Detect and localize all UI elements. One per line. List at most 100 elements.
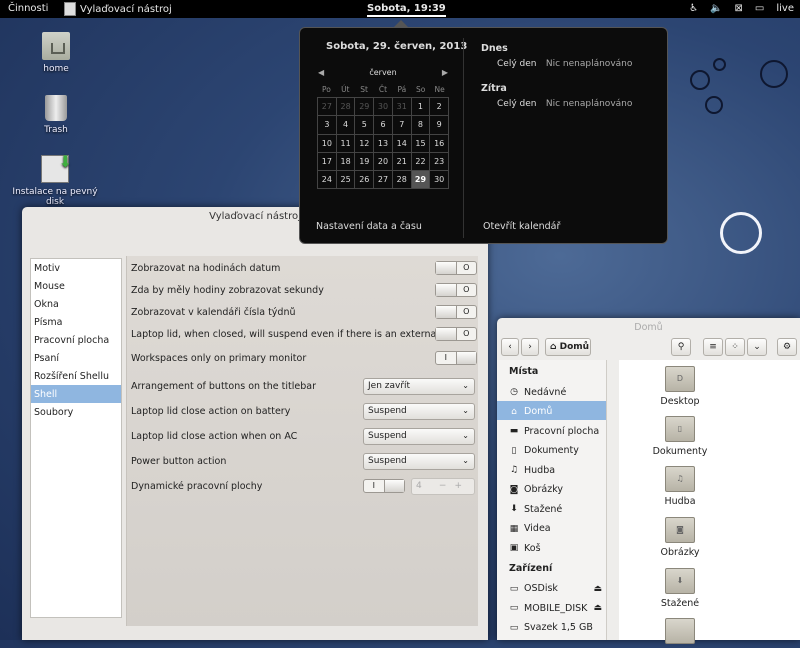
prev-month-button[interactable]: ◀: [318, 68, 324, 77]
calendar-day[interactable]: 15: [411, 134, 431, 153]
user-menu[interactable]: live: [776, 3, 794, 14]
desktop-icon-install[interactable]: Instalace na pevný disk: [10, 152, 100, 207]
calendar-day[interactable]: 7: [392, 116, 412, 135]
lid-battery-combo[interactable]: Suspend ⌄: [363, 402, 475, 420]
calendar-day[interactable]: 2: [430, 98, 450, 117]
calendar-day[interactable]: 26: [355, 171, 375, 190]
calendar-day[interactable]: 28: [392, 171, 412, 190]
clock-button[interactable]: Sobota, 19:39: [367, 3, 446, 17]
category-psani[interactable]: Psaní: [31, 349, 121, 367]
eject-icon[interactable]: ⏏: [593, 584, 602, 594]
home-folder-icon: [42, 32, 70, 60]
category-pisma[interactable]: Písma: [31, 313, 121, 331]
calendar-day[interactable]: 8: [411, 116, 431, 135]
activities-button[interactable]: Činnosti: [8, 3, 48, 14]
calendar-day[interactable]: 11: [336, 134, 356, 153]
device-volume[interactable]: ▭ Svazek 1,5 GB: [497, 617, 606, 637]
forward-button[interactable]: ›: [521, 338, 539, 356]
grid-view-button[interactable]: ⁘: [725, 338, 745, 356]
device-mobile-disk[interactable]: ▭ MOBILE_DISK ⏏: [497, 597, 606, 617]
search-button[interactable]: ⚲: [671, 338, 691, 356]
location-button[interactable]: ⌂ Domů: [545, 338, 591, 356]
place-trash[interactable]: ▣ Koš: [497, 537, 606, 557]
category-rozsireni-shellu[interactable]: Rozšíření Shellu: [31, 367, 121, 385]
open-calendar-link[interactable]: Otevřít kalendář: [483, 221, 560, 232]
toggle-switch[interactable]: O: [435, 327, 477, 341]
calendar-day[interactable]: 16: [430, 134, 450, 153]
workspaces-spinbutton[interactable]: 4 −+: [411, 477, 475, 495]
calendar-day[interactable]: 28: [336, 98, 356, 117]
category-motiv[interactable]: Motiv: [31, 259, 121, 277]
calendar-day[interactable]: 17: [318, 152, 337, 172]
next-month-button[interactable]: ▶: [442, 68, 448, 77]
calendar-day[interactable]: 1: [411, 98, 431, 117]
toggle-switch[interactable]: I: [363, 479, 405, 493]
folder-item[interactable]: D Desktop: [635, 366, 725, 407]
battery-icon[interactable]: ▭: [755, 3, 764, 14]
category-mouse[interactable]: Mouse: [31, 277, 121, 295]
calendar-day[interactable]: 12: [355, 134, 375, 153]
network-icon[interactable]: ⊠: [735, 3, 743, 14]
calendar-day[interactable]: 3: [318, 116, 337, 135]
calendar-day[interactable]: 20: [374, 152, 393, 172]
settings-button[interactable]: ⚙: [777, 338, 797, 356]
place-home[interactable]: ⌂ Domů: [497, 400, 606, 420]
titlebar-buttons-combo[interactable]: Jen zavřít ⌄: [363, 377, 475, 395]
calendar-day[interactable]: 5: [355, 116, 375, 135]
volume-icon[interactable]: 🔈: [710, 3, 722, 14]
toggle-switch[interactable]: I: [435, 351, 477, 365]
place-music[interactable]: ♫ Hudba: [497, 459, 606, 479]
place-videos[interactable]: ▦ Videa: [497, 518, 606, 538]
device-osdisk[interactable]: ▭ OSDisk ⏏: [497, 578, 606, 598]
calendar-day[interactable]: 4: [336, 116, 356, 135]
desktop-icon-home[interactable]: home: [16, 32, 96, 74]
calendar-day[interactable]: 27: [318, 98, 337, 117]
calendar-day[interactable]: 14: [392, 134, 412, 153]
folder-item[interactable]: ◙ Obrázky: [635, 517, 725, 558]
category-shell[interactable]: Shell: [31, 385, 121, 403]
calendar-day[interactable]: 23: [430, 152, 450, 172]
lid-ac-combo[interactable]: Suspend ⌄: [363, 427, 475, 445]
place-pictures[interactable]: ◙ Obrázky: [497, 479, 606, 499]
calendar-day[interactable]: 22: [411, 152, 431, 172]
calendar-day[interactable]: 31: [392, 98, 412, 117]
accessibility-icon[interactable]: ♿: [689, 3, 698, 14]
folder-item[interactable]: ⬇ Stažené: [635, 568, 725, 609]
category-okna[interactable]: Okna: [31, 295, 121, 313]
folder-item[interactable]: ♫ Hudba: [635, 466, 725, 507]
calendar-day[interactable]: 19: [355, 152, 375, 172]
place-desktop[interactable]: ▬ Pracovní plocha: [497, 420, 606, 440]
calendar-day[interactable]: 30: [430, 171, 450, 190]
calendar-day[interactable]: 13: [374, 134, 393, 153]
place-documents[interactable]: ▯ Dokumenty: [497, 440, 606, 460]
calendar-day[interactable]: 30: [374, 98, 393, 117]
spin-buttons[interactable]: −+: [439, 481, 470, 491]
desktop-icon-trash[interactable]: Trash: [16, 95, 96, 135]
category-pracovni-plocha[interactable]: Pracovní plocha: [31, 331, 121, 349]
toggle-switch[interactable]: O: [435, 261, 477, 275]
calendar-day[interactable]: 18: [336, 152, 356, 172]
calendar-day[interactable]: 24: [318, 171, 337, 190]
calendar-day[interactable]: 6: [374, 116, 393, 135]
back-button[interactable]: ‹: [501, 338, 519, 356]
view-menu-button[interactable]: ⌄: [747, 338, 767, 356]
toggle-switch[interactable]: O: [435, 283, 477, 297]
folder-item[interactable]: [635, 618, 725, 648]
list-view-button[interactable]: ≡: [703, 338, 723, 356]
calendar-day[interactable]: 25: [336, 171, 356, 190]
folder-item[interactable]: ▯ Dokumenty: [635, 416, 725, 457]
calendar-day[interactable]: 27: [374, 171, 393, 190]
calendar-day[interactable]: 21: [392, 152, 412, 172]
place-downloads[interactable]: ⬇ Stažené: [497, 498, 606, 518]
eject-icon[interactable]: ⏏: [593, 603, 602, 613]
date-time-settings-link[interactable]: Nastavení data a času: [316, 221, 422, 232]
category-soubory[interactable]: Soubory: [31, 403, 121, 421]
calendar-day[interactable]: 9: [430, 116, 450, 135]
calendar-day[interactable]: 29: [355, 98, 375, 117]
app-menu[interactable]: Vylaďovací nástroj: [64, 0, 172, 18]
calendar-day[interactable]: 10: [318, 134, 337, 153]
toggle-switch[interactable]: O: [435, 305, 477, 319]
power-button-combo[interactable]: Suspend ⌄: [363, 452, 475, 470]
place-recent[interactable]: ◷ Nedávné: [497, 381, 606, 401]
calendar-day-today[interactable]: 29: [411, 171, 431, 190]
